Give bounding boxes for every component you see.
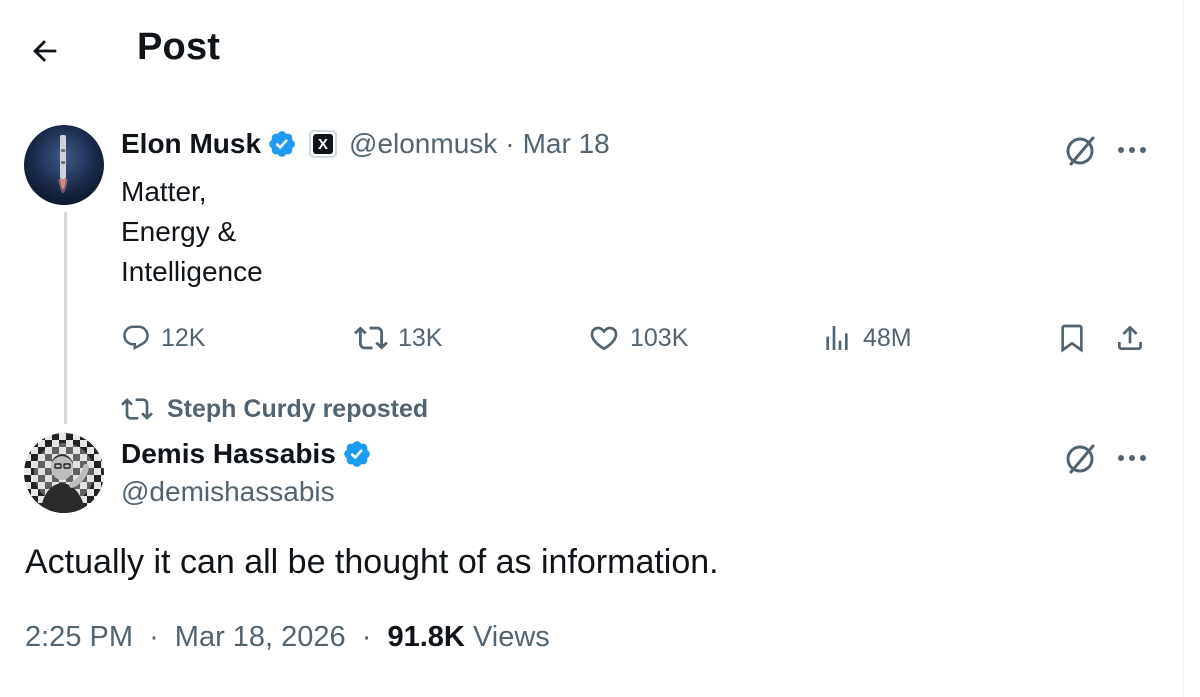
separator-dot: · — [149, 621, 159, 653]
main-post-text: Actually it can all be thought of as inf… — [25, 543, 719, 581]
views-label: Views — [472, 621, 550, 653]
quoted-post-header: Elon Musk X @elonmusk · Mar 18 — [121, 124, 610, 164]
post-metadata: 2:25 PM · Mar 18, 2026 · 91.8K Views — [25, 621, 550, 654]
author-handle[interactable]: @demishassabis — [121, 476, 335, 508]
main-post-author-row: Demis Hassabis — [121, 434, 372, 474]
quoted-post-text: Matter, Energy & Intelligence — [121, 172, 263, 292]
repost-count: 13K — [398, 323, 443, 352]
analytics-icon — [826, 326, 848, 350]
text-line: Energy & — [121, 216, 237, 247]
separator-dot: · — [361, 621, 372, 653]
post-time[interactable]: 2:25 PM — [25, 621, 133, 653]
post-date[interactable]: Mar 18 — [523, 128, 610, 160]
more-options-button[interactable] — [1110, 436, 1154, 480]
share-icon — [1118, 325, 1142, 350]
views-count: 48M — [863, 323, 912, 352]
text-line: Matter, — [121, 176, 207, 207]
reply-count: 12K — [161, 323, 206, 352]
repost-icon — [121, 398, 153, 420]
text-line: Intelligence — [121, 256, 263, 287]
arrow-left-icon — [33, 40, 57, 62]
page-title: Post — [137, 26, 221, 68]
views-count[interactable]: 91.8K — [387, 621, 464, 653]
grok-button[interactable] — [1058, 128, 1102, 172]
grok-button[interactable] — [1058, 436, 1102, 480]
x-logo-icon: X — [313, 134, 334, 154]
affiliation-badge[interactable]: X — [309, 130, 338, 158]
repost-icon — [354, 326, 388, 350]
post-date[interactable]: Mar 18, 2026 — [175, 621, 346, 653]
share-button[interactable] — [1110, 318, 1150, 358]
repost-context-label: Steph Curdy reposted — [167, 394, 429, 423]
grok-icon — [1066, 444, 1095, 474]
reply-button[interactable]: 12K — [121, 318, 205, 358]
like-count: 103K — [630, 323, 689, 352]
back-button[interactable] — [22, 28, 68, 74]
author-name[interactable]: Demis Hassabis — [121, 438, 336, 470]
heart-icon — [590, 326, 618, 351]
more-dots-icon — [1118, 455, 1146, 461]
author-name[interactable]: Elon Musk — [121, 128, 261, 160]
verified-badge-icon[interactable] — [342, 439, 372, 469]
author-handle[interactable]: @elonmusk — [349, 128, 497, 160]
bookmark-button[interactable] — [1052, 318, 1092, 358]
more-options-button[interactable] — [1110, 128, 1154, 172]
grok-icon — [1066, 136, 1095, 166]
like-button[interactable]: 103K — [588, 318, 688, 358]
bookmark-icon — [1061, 324, 1083, 353]
avatar-demis-hassabis[interactable] — [24, 433, 104, 513]
thread-connector-line — [64, 212, 67, 424]
separator-dot: · — [505, 128, 515, 159]
repost-button[interactable]: 13K — [354, 318, 442, 358]
page-header: Post — [0, 0, 1183, 100]
repost-context[interactable]: Steph Curdy reposted — [121, 393, 428, 425]
avatar-elon-musk[interactable] — [24, 125, 104, 205]
more-dots-icon — [1118, 147, 1146, 153]
views-button[interactable]: 48M — [821, 318, 912, 358]
reply-icon — [123, 325, 149, 351]
scrollbar-edge — [1183, 0, 1184, 697]
verified-badge-icon[interactable] — [267, 129, 297, 159]
